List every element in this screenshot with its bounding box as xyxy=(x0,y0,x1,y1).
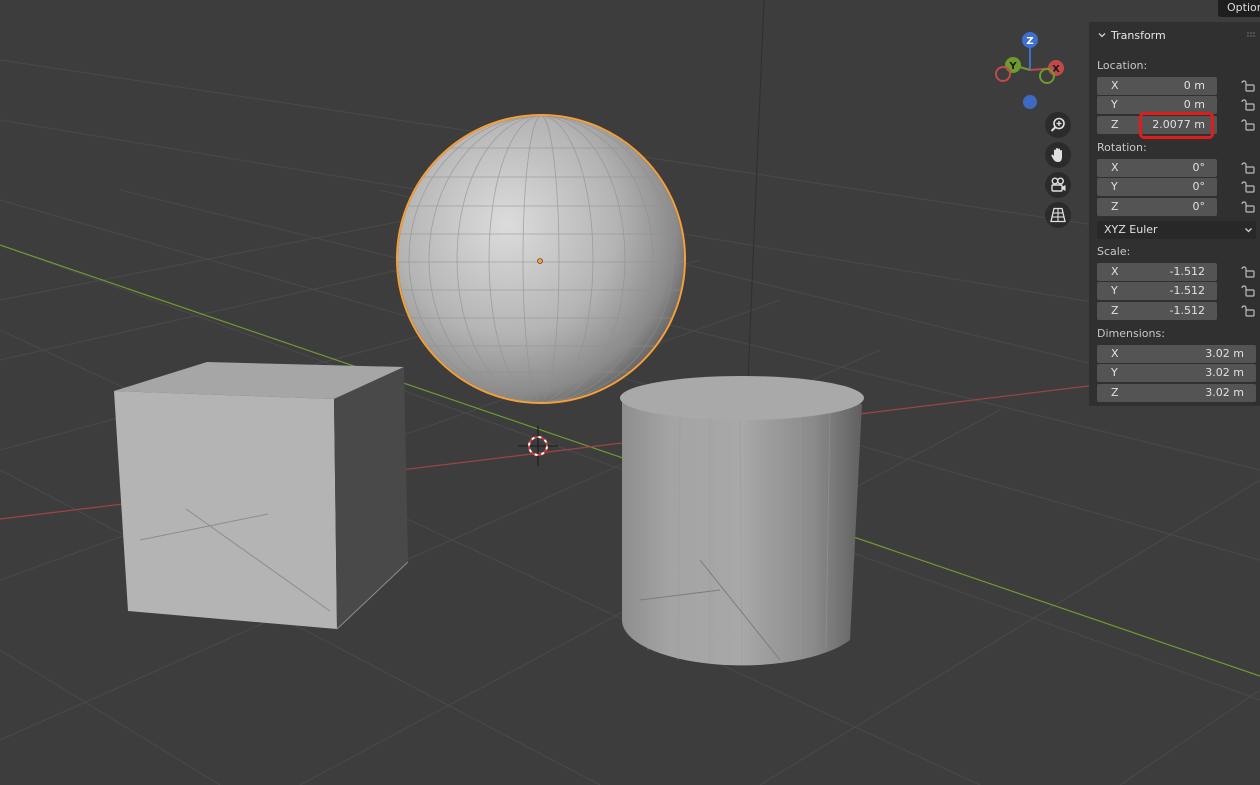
camera-icon xyxy=(1051,177,1066,192)
hand-icon xyxy=(1051,148,1062,162)
field-value: 0° xyxy=(1192,180,1206,193)
field-value: 3.02 m xyxy=(1205,386,1244,399)
origin-point xyxy=(537,258,543,264)
rotation-mode-dropdown[interactable]: XYZ Euler xyxy=(1097,221,1256,239)
field-value: 2.0077 m xyxy=(1152,118,1205,131)
lock-location-y-icon[interactable] xyxy=(1241,99,1255,111)
axis-label: Z xyxy=(1111,304,1119,317)
axis-label: Z xyxy=(1111,118,1119,131)
pan-button[interactable] xyxy=(1045,142,1071,168)
perspective-toggle-button[interactable] xyxy=(1045,202,1071,228)
lock-scale-x-icon[interactable] xyxy=(1241,266,1255,278)
dimensions-label: Dimensions: xyxy=(1097,327,1165,340)
location-label: Location: xyxy=(1097,59,1148,72)
3d-viewport[interactable]: Z Y X Optio Transform Location: X 0 m Y … xyxy=(0,0,1260,785)
camera-view-button[interactable] xyxy=(1045,172,1071,198)
dimensions-z-field[interactable]: Z 3.02 m xyxy=(1097,384,1256,402)
panel-title: Transform xyxy=(1111,28,1166,42)
axis-gizmo[interactable]: Z Y X xyxy=(995,32,1064,109)
field-value: 3.02 m xyxy=(1205,347,1244,360)
rotation-z-field[interactable]: Z 0° xyxy=(1097,198,1217,216)
transform-panel: Transform Location: X 0 m Y 0 m Z 2.0077… xyxy=(1089,22,1260,406)
lock-rotation-z-icon[interactable] xyxy=(1241,201,1255,213)
lock-location-z-icon[interactable] xyxy=(1241,119,1255,131)
axis-label: X xyxy=(1111,161,1119,174)
cylinder-object[interactable] xyxy=(620,376,864,666)
field-value: -1.512 xyxy=(1169,304,1205,317)
zoom-button[interactable] xyxy=(1045,112,1071,138)
sphere-object[interactable] xyxy=(396,114,686,404)
axis-label: Z xyxy=(1111,200,1119,213)
lock-location-x-icon[interactable] xyxy=(1241,80,1255,92)
zoom-icon xyxy=(1050,117,1065,132)
lock-scale-y-icon[interactable] xyxy=(1241,285,1255,297)
scale-z-field[interactable]: Z -1.512 xyxy=(1097,302,1217,320)
axis-label: Y xyxy=(1111,366,1118,379)
scale-y-field[interactable]: Y -1.512 xyxy=(1097,282,1217,300)
scale-x-field[interactable]: X -1.512 xyxy=(1097,263,1217,281)
rotation-label: Rotation: xyxy=(1097,141,1147,154)
3d-cursor-icon[interactable] xyxy=(518,426,558,466)
field-value: 0° xyxy=(1192,200,1206,213)
rotation-x-field[interactable]: X 0° xyxy=(1097,159,1217,177)
field-value: -1.512 xyxy=(1169,265,1205,278)
field-value: 0° xyxy=(1192,161,1206,174)
field-value: -1.512 xyxy=(1169,284,1205,297)
grid-perspective-icon xyxy=(1050,207,1066,223)
axis-label: Z xyxy=(1111,386,1119,399)
cube-object[interactable] xyxy=(114,362,409,630)
axis-label: X xyxy=(1111,79,1119,92)
location-z-field[interactable]: Z 2.0077 m xyxy=(1097,116,1217,134)
drag-handle-icon[interactable] xyxy=(1247,32,1257,37)
axis-label: Y xyxy=(1111,98,1118,111)
field-value: 0 m xyxy=(1183,98,1205,111)
lock-rotation-y-icon[interactable] xyxy=(1241,181,1255,193)
field-value: 0 m xyxy=(1183,79,1205,92)
scene-canvas[interactable]: Z Y X xyxy=(0,0,1260,785)
chevron-down-icon xyxy=(1245,228,1252,233)
dimensions-y-field[interactable]: Y 3.02 m xyxy=(1097,364,1256,382)
location-x-field[interactable]: X 0 m xyxy=(1097,77,1217,95)
options-button[interactable]: Options xyxy=(1218,0,1260,17)
scale-label: Scale: xyxy=(1097,245,1131,258)
chevron-down-icon xyxy=(1098,33,1106,38)
z-axis-line xyxy=(747,0,765,381)
field-value: 3.02 m xyxy=(1205,366,1244,379)
axis-label: Y xyxy=(1111,180,1118,193)
lock-scale-z-icon[interactable] xyxy=(1241,305,1255,317)
dimensions-x-field[interactable]: X 3.02 m xyxy=(1097,345,1256,363)
transform-panel-header[interactable]: Transform xyxy=(1089,22,1260,48)
location-y-field[interactable]: Y 0 m xyxy=(1097,96,1217,114)
axis-label: Y xyxy=(1111,284,1118,297)
lock-rotation-x-icon[interactable] xyxy=(1241,162,1255,174)
gizmo-z-label: Z xyxy=(1026,36,1033,47)
rotation-mode-value: XYZ Euler xyxy=(1104,223,1158,236)
rotation-y-field[interactable]: Y 0° xyxy=(1097,178,1217,196)
axis-label: X xyxy=(1111,265,1119,278)
axis-label: X xyxy=(1111,347,1119,360)
